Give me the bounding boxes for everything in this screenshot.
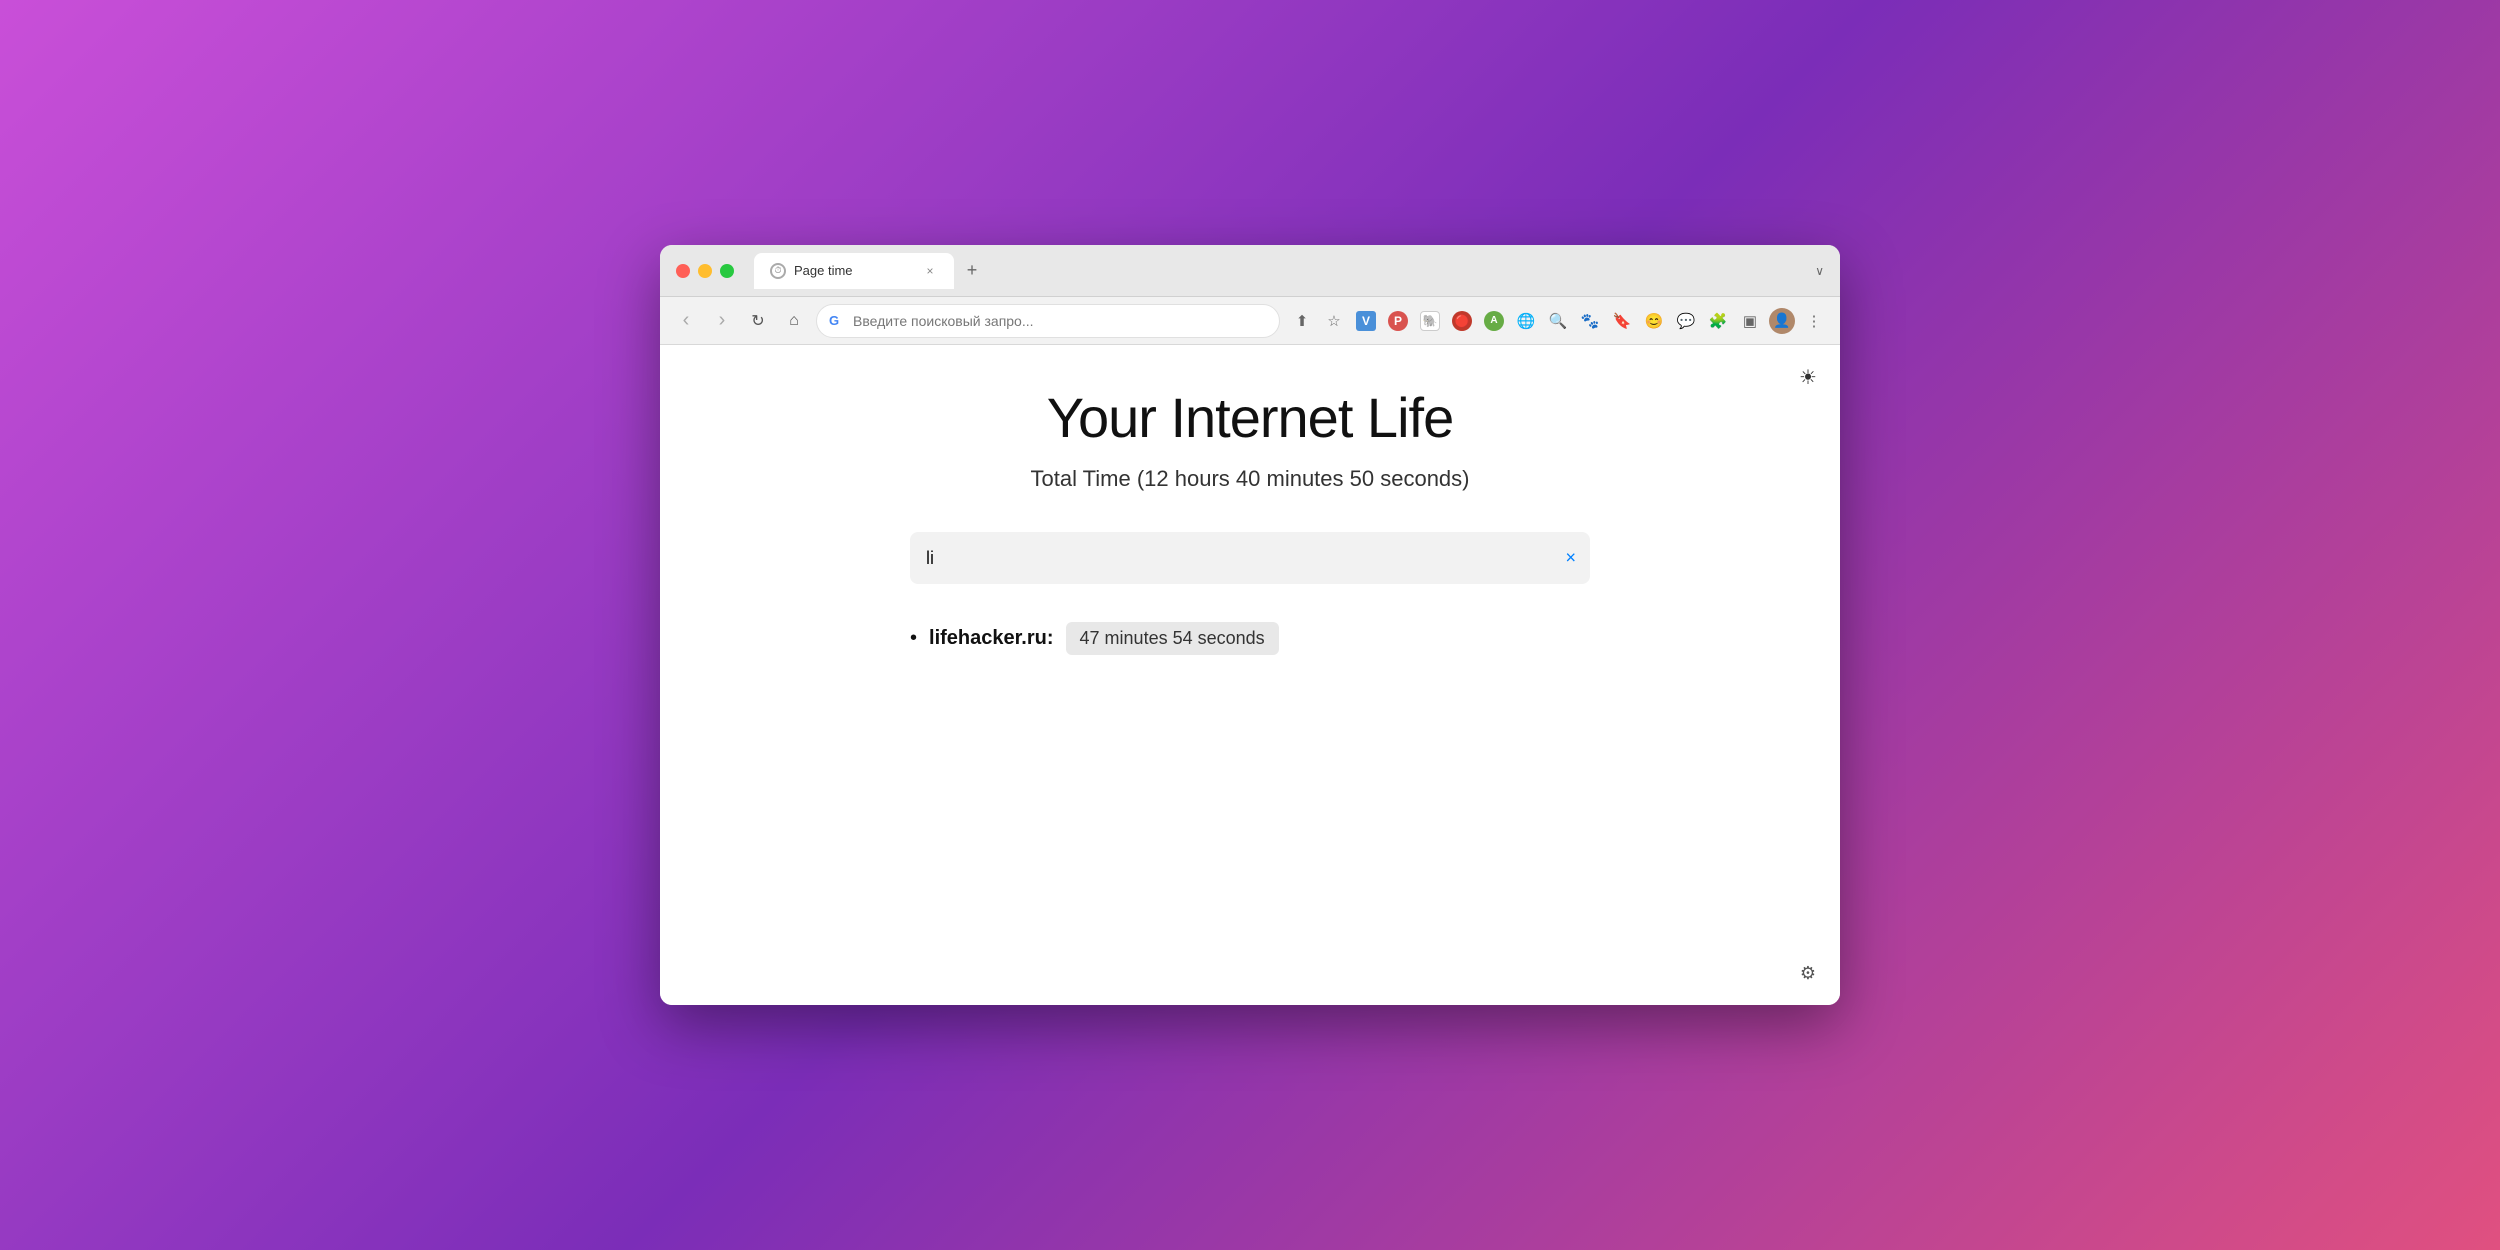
ext-icon-1[interactable]: 🔍: [1544, 307, 1572, 335]
page-heading: Your Internet Life: [1047, 385, 1453, 450]
close-button[interactable]: [676, 264, 690, 278]
address-bar[interactable]: G Введите поисковый запро...: [816, 304, 1280, 338]
ext-icon-3[interactable]: 🔖: [1608, 307, 1636, 335]
bookmark-button[interactable]: ☆: [1320, 307, 1348, 335]
tab-favicon: ⏱: [770, 263, 786, 279]
address-text: Введите поисковый запро...: [853, 313, 1034, 329]
minimize-button[interactable]: [698, 264, 712, 278]
home-button[interactable]: ⌂: [780, 307, 808, 335]
theme-toggle-button[interactable]: ☀: [1792, 361, 1824, 393]
total-time-label: Total Time (12 hours 40 minutes 50 secon…: [1030, 466, 1469, 492]
browser-window: ⏱ Page time × + ∨ ‹ › ↻ ⌂ G Введите поис…: [660, 245, 1840, 1005]
nav-bar: ‹ › ↻ ⌂ G Введите поисковый запро... ⬆ ☆…: [660, 297, 1840, 345]
pocket-icon[interactable]: P: [1384, 307, 1412, 335]
time-badge: 47 minutes 54 seconds: [1066, 622, 1279, 655]
translate-icon[interactable]: 🌐: [1512, 307, 1540, 335]
page-content: ☀ Your Internet Life Total Time (12 hour…: [660, 345, 1840, 1005]
new-tab-button[interactable]: +: [958, 257, 986, 285]
search-container: ×: [910, 532, 1590, 584]
traffic-lights: [676, 264, 734, 278]
active-tab[interactable]: ⏱ Page time ×: [754, 253, 954, 289]
share-button[interactable]: ⬆: [1288, 307, 1316, 335]
reload-button[interactable]: ↻: [744, 307, 772, 335]
search-input[interactable]: [910, 532, 1590, 584]
results-list: • lifehacker.ru: 47 minutes 54 seconds: [910, 614, 1590, 663]
more-button[interactable]: ⋮: [1800, 307, 1828, 335]
tab-dropdown-button[interactable]: ∨: [1815, 264, 1824, 278]
ext-icon-4[interactable]: 😊: [1640, 307, 1668, 335]
search-clear-button[interactable]: ×: [1565, 548, 1576, 569]
title-bar: ⏱ Page time × + ∨: [660, 245, 1840, 297]
settings-button[interactable]: ⚙: [1792, 957, 1824, 989]
sidebar-toggle-button[interactable]: ▣: [1736, 307, 1764, 335]
forward-button[interactable]: ›: [708, 307, 736, 335]
google-logo: G: [829, 313, 845, 329]
vimium-icon[interactable]: V: [1352, 307, 1380, 335]
tab-close-button[interactable]: ×: [922, 263, 938, 279]
adguard-icon[interactable]: A: [1480, 307, 1508, 335]
bullet-icon: •: [910, 627, 917, 650]
toolbar-icons: ⬆ ☆ V P 🐘 🔴 A 🌐 🔍 🐾 🔖 😊 💬 �: [1288, 307, 1828, 335]
grammarly-icon[interactable]: 🐘: [1416, 307, 1444, 335]
bear-icon[interactable]: 🔴: [1448, 307, 1476, 335]
maximize-button[interactable]: [720, 264, 734, 278]
tab-bar: ⏱ Page time × + ∨: [754, 253, 1824, 289]
domain-label: lifehacker.ru:: [929, 627, 1054, 650]
list-item: • lifehacker.ru: 47 minutes 54 seconds: [910, 614, 1590, 663]
back-button[interactable]: ‹: [672, 307, 700, 335]
tab-label: Page time: [794, 263, 853, 278]
ext-icon-6[interactable]: 🧩: [1704, 307, 1732, 335]
ext-icon-2[interactable]: 🐾: [1576, 307, 1604, 335]
avatar[interactable]: 👤: [1768, 307, 1796, 335]
user-avatar: 👤: [1769, 308, 1795, 334]
ext-icon-5[interactable]: 💬: [1672, 307, 1700, 335]
